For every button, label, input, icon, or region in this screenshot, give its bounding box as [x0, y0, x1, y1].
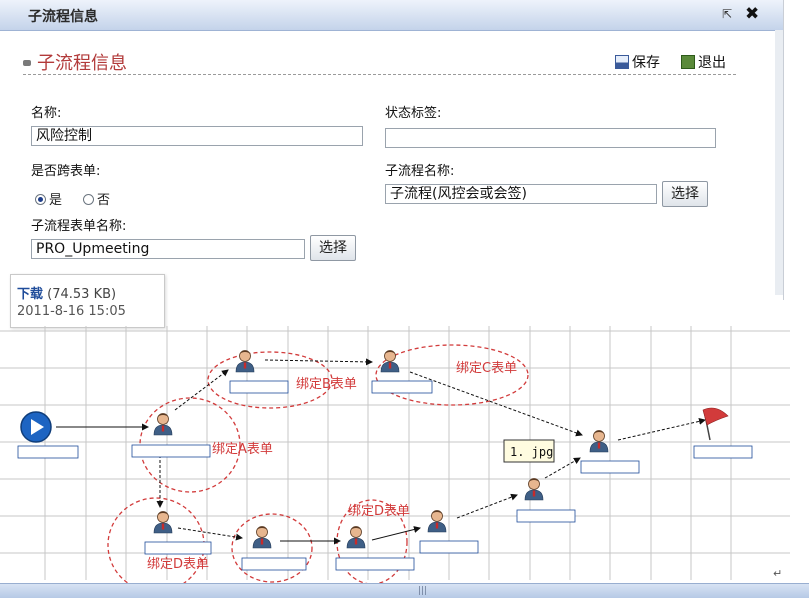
- task-node[interactable]: [131, 413, 211, 458]
- exit-button-label: 退出: [698, 55, 726, 71]
- radio-yes[interactable]: 是: [35, 189, 62, 208]
- vertical-scrollbar[interactable]: [775, 30, 783, 295]
- pilcrow-mark: ↵: [773, 567, 783, 580]
- subflow-name-field[interactable]: 子流程(风控会或会签): [385, 184, 657, 204]
- section-heading-text: 子流程信息: [37, 53, 127, 74]
- subform-name-field[interactable]: PRO_Upmeeting: [31, 239, 305, 259]
- exit-button[interactable]: 退出: [681, 52, 726, 72]
- file-size: (74.53 KB): [47, 287, 117, 302]
- save-button[interactable]: 保存: [615, 52, 660, 72]
- name-field[interactable]: 风险控制: [31, 126, 363, 146]
- heading-divider: [23, 74, 736, 75]
- radio-yes-circle: [35, 194, 46, 205]
- annotation-bind-d-mid: 绑定D表单: [348, 504, 410, 519]
- subflow-name-label: 子流程名称:: [385, 164, 455, 179]
- floppy-icon: [615, 55, 629, 69]
- scroll-grip[interactable]: |||: [418, 586, 427, 596]
- dialog-title: 子流程信息: [28, 9, 98, 25]
- choose-subform-button[interactable]: 选择: [310, 235, 356, 261]
- download-link[interactable]: 下载: [17, 287, 43, 302]
- popout-icon[interactable]: ⇱: [722, 7, 735, 21]
- radio-no[interactable]: 否: [83, 189, 110, 208]
- cross-form-label: 是否跨表单:: [31, 164, 101, 179]
- horizontal-scrollbar[interactable]: |||: [0, 583, 809, 598]
- download-tooltip: 下载 (74.53 KB) 2011-8-16 15:05: [10, 274, 165, 328]
- annotation-bind-c: 绑定C表单: [456, 361, 517, 376]
- subform-name-label: 子流程表单名称:: [31, 219, 127, 234]
- image-callout: 1. jpg: [503, 439, 555, 463]
- flag-icon: [702, 407, 729, 426]
- task-node[interactable]: [516, 478, 576, 523]
- status-label: 状态标签:: [385, 106, 442, 121]
- radio-no-circle: [83, 194, 94, 205]
- end-node[interactable]: [693, 407, 753, 459]
- subflow-dialog: 子流程信息 ⇱ ✖ 子流程信息 保存 退出 名称: 风险控制 状态标签: 是否跨…: [0, 0, 784, 300]
- choose-subflow-button[interactable]: 选择: [662, 181, 708, 207]
- annotation-bind-d-left: 绑定D表单: [147, 557, 209, 572]
- exit-icon: [681, 55, 695, 69]
- dialog-titlebar: 子流程信息 ⇱ ✖: [0, 0, 783, 31]
- save-button-label: 保存: [632, 55, 660, 71]
- task-node[interactable]: [229, 350, 289, 394]
- close-icon[interactable]: ✖: [745, 4, 759, 24]
- start-node[interactable]: [17, 411, 79, 459]
- file-date: 2011-8-16 15:05: [17, 304, 126, 319]
- task-node[interactable]: [335, 526, 415, 571]
- tooltip-line1: 下载 (74.53 KB): [17, 283, 116, 302]
- radio-yes-label: 是: [49, 193, 63, 208]
- task-node[interactable]: [371, 350, 433, 394]
- name-label: 名称:: [31, 106, 62, 121]
- callout-text: 1. jpg: [510, 445, 553, 459]
- bullet-icon: [23, 60, 31, 66]
- annotation-bind-a: 绑定A表单: [212, 442, 273, 457]
- status-field[interactable]: [385, 128, 716, 148]
- radio-no-label: 否: [97, 193, 111, 208]
- annotation-bind-b: 绑定B表单: [296, 377, 357, 392]
- task-node[interactable]: [144, 511, 212, 555]
- task-node[interactable]: [241, 526, 307, 571]
